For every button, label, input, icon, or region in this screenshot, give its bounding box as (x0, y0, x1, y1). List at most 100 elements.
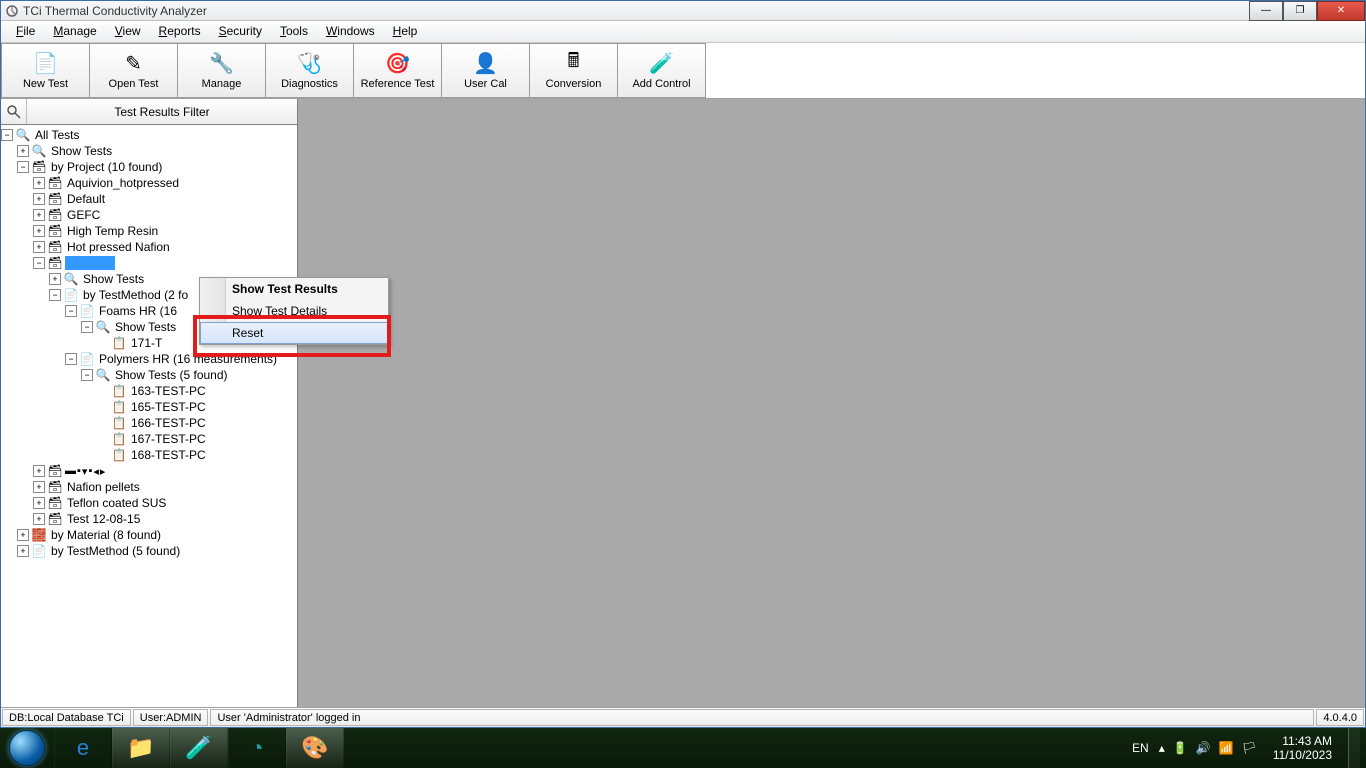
tree-test-item[interactable]: 📋163-TEST-PC (1, 383, 297, 399)
document-icon: 📄 (79, 351, 95, 367)
start-button[interactable] (0, 728, 54, 768)
menu-reports[interactable]: Reports (150, 21, 210, 42)
menu-windows[interactable]: Windows (317, 21, 384, 42)
tree-all-tests[interactable]: − 🔍 All Tests (1, 127, 297, 143)
tree-project-item[interactable]: +🗃Aquivion_hotpressed (1, 175, 297, 191)
menu-tools[interactable]: Tools (271, 21, 317, 42)
tool-conversion[interactable]: 🖩 Conversion (529, 43, 618, 98)
cube-icon: 🗃 (47, 223, 63, 239)
tool-new-test[interactable]: 📄 New Test (1, 43, 90, 98)
tree-test-item[interactable]: 📋168-TEST-PC (1, 447, 297, 463)
menu-help[interactable]: Help (384, 21, 427, 42)
tree-polymers[interactable]: −📄Polymers HR (16 measurements) (1, 351, 297, 367)
taskbar-app-ie[interactable]: e (54, 728, 112, 768)
test-icon: 📋 (111, 335, 127, 351)
tree-project-item[interactable]: +🗃Default (1, 191, 297, 207)
taskbar-app-edge[interactable]: ◔ (228, 728, 286, 768)
expander-icon[interactable]: + (49, 273, 61, 285)
expander-icon[interactable]: − (1, 129, 13, 141)
tray-network-icon[interactable]: 📶 (1219, 741, 1234, 755)
tray-chevron-icon[interactable]: ▴ (1159, 741, 1165, 755)
tool-open-test[interactable]: ✎ Open Test (89, 43, 178, 98)
tree-polymers-show-tests[interactable]: −🔍Show Tests (5 found) (1, 367, 297, 383)
minimize-button[interactable]: — (1249, 1, 1283, 21)
tree-show-tests[interactable]: + 🔍 Show Tests (1, 143, 297, 159)
menu-manage[interactable]: Manage (44, 21, 105, 42)
tree-by-project[interactable]: − 🗃 by Project (10 found) (1, 159, 297, 175)
cube-icon: 🗃 (47, 495, 63, 511)
tree-project-item[interactable]: +🗃 ▬▪▾▪◂▸ (1, 463, 297, 479)
taskbar-app-tci[interactable]: 🧪 (170, 728, 228, 768)
tray-flag-icon[interactable]: 🏳 (1242, 741, 1257, 755)
taskbar-app-paint[interactable]: 🎨 (286, 728, 344, 768)
expander-icon[interactable]: − (65, 353, 77, 365)
tree-by-material[interactable]: +🧱by Material (8 found) (1, 527, 297, 543)
expander-icon[interactable]: + (33, 513, 45, 525)
document-icon: 📄 (31, 543, 47, 559)
tree-project-item[interactable]: +🗃GEFC (1, 207, 297, 223)
cube-icon: 🗃 (47, 511, 63, 527)
filter-label: Test Results Filter (114, 105, 209, 119)
expander-icon[interactable]: + (33, 225, 45, 237)
expander-icon[interactable]: − (49, 289, 61, 301)
expander-icon[interactable]: + (33, 177, 45, 189)
filter-button[interactable]: Test Results Filter (27, 99, 297, 124)
cm-show-test-results[interactable]: Show Test Results (200, 278, 388, 300)
expander-icon[interactable]: + (33, 209, 45, 221)
taskbar-lang[interactable]: EN (1132, 741, 1149, 755)
folder-icon: 📁 (127, 735, 154, 761)
titlebar: TCi Thermal Conductivity Analyzer — ❐ ✕ (1, 1, 1365, 21)
expander-icon[interactable]: − (81, 321, 93, 333)
cm-show-test-details[interactable]: Show Test Details (200, 300, 388, 322)
tree-by-testmethod[interactable]: +📄by TestMethod (5 found) (1, 543, 297, 559)
tool-user-cal[interactable]: 👤 User Cal (441, 43, 530, 98)
taskbar-app-explorer[interactable]: 📁 (112, 728, 170, 768)
cube-icon: 🗃 (47, 479, 63, 495)
tree-project-item[interactable]: +🗃High Temp Resin (1, 223, 297, 239)
maximize-button[interactable]: ❐ (1283, 1, 1317, 21)
taskbar-clock[interactable]: 11:43 AM 11/10/2023 (1267, 734, 1338, 762)
expander-icon[interactable]: + (33, 241, 45, 253)
expander-icon[interactable]: + (17, 529, 29, 541)
expander-icon[interactable]: − (65, 305, 77, 317)
tree-test-item[interactable]: 📋166-TEST-PC (1, 415, 297, 431)
close-button[interactable]: ✕ (1317, 1, 1365, 21)
cube-icon: 🗃 (47, 239, 63, 255)
menu-security[interactable]: Security (210, 21, 271, 42)
cube-icon: 🗃 (47, 255, 63, 271)
tool-diagnostics[interactable]: 🩺 Diagnostics (265, 43, 354, 98)
tree[interactable]: − 🔍 All Tests + 🔍 Show Tests − 🗃 by Proj… (1, 125, 297, 707)
tree-project-item[interactable]: +🗃Nafion pellets (1, 479, 297, 495)
tool-add-control[interactable]: 🧪 Add Control (617, 43, 706, 98)
tree-project-item[interactable]: +🗃Teflon coated SUS (1, 495, 297, 511)
tray-volume-icon[interactable]: 🔊 (1196, 741, 1211, 755)
cm-reset[interactable]: Reset (200, 322, 388, 344)
expander-icon[interactable]: + (33, 481, 45, 493)
menu-file[interactable]: File (7, 21, 44, 42)
manage-icon: 🔧 (210, 51, 234, 75)
test-icon: 📋 (111, 399, 127, 415)
selected-project-label (65, 256, 115, 270)
expander-icon[interactable]: − (17, 161, 29, 173)
tree-test-item[interactable]: 📋167-TEST-PC (1, 431, 297, 447)
show-desktop-button[interactable] (1348, 728, 1360, 768)
tree-project-item[interactable]: +🗃Hot pressed Nafion (1, 239, 297, 255)
tool-reference-test[interactable]: 🎯 Reference Test (353, 43, 442, 98)
expander-icon[interactable]: − (81, 369, 93, 381)
filter-icon[interactable] (1, 99, 27, 124)
tool-manage[interactable]: 🔧 Manage (177, 43, 266, 98)
app-icon (5, 4, 19, 18)
expander-icon[interactable]: + (17, 145, 29, 157)
menu-view[interactable]: View (106, 21, 150, 42)
expander-icon[interactable]: + (17, 545, 29, 557)
expander-icon[interactable]: + (33, 465, 45, 477)
expander-icon[interactable]: + (33, 193, 45, 205)
expander-icon[interactable]: + (33, 497, 45, 509)
tree-project-item[interactable]: +🗃Test 12-08-15 (1, 511, 297, 527)
expander-icon[interactable]: − (33, 257, 45, 269)
system-tray[interactable]: ▴ 🔋 🔊 📶 🏳 (1159, 741, 1257, 755)
cube-icon: 🗃 (47, 191, 63, 207)
tree-test-item[interactable]: 📋165-TEST-PC (1, 399, 297, 415)
tree-project-selected[interactable]: −🗃 (1, 255, 297, 271)
tray-battery-icon[interactable]: 🔋 (1173, 741, 1188, 755)
